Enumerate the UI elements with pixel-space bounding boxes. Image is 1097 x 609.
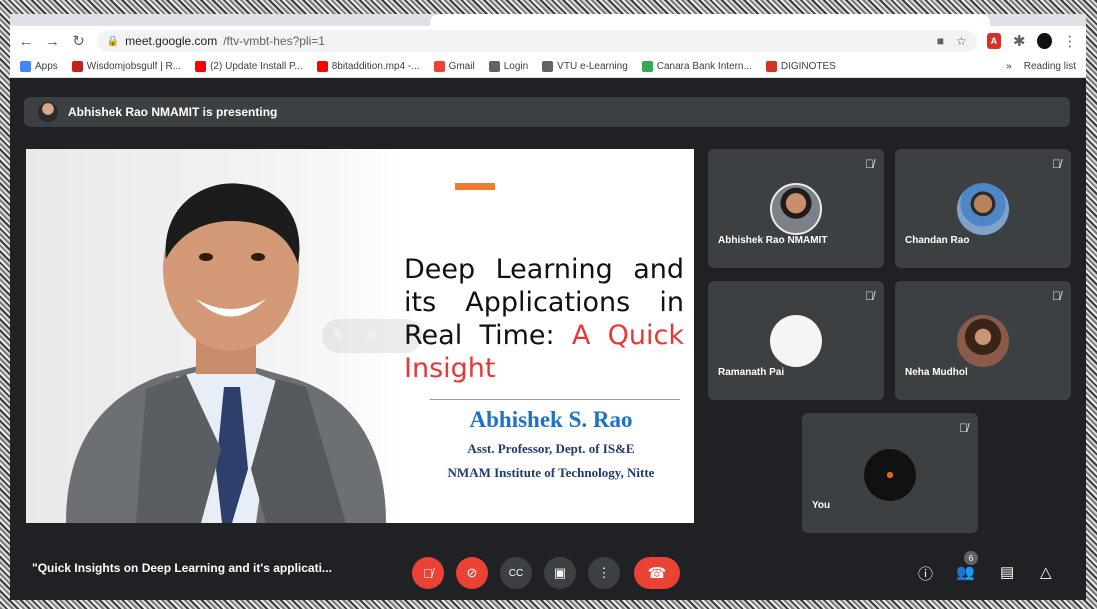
slide-accent-bar bbox=[455, 183, 495, 190]
participant-tile[interactable]: 🎙̸ Abhishek Rao NMAMIT bbox=[708, 149, 884, 268]
slide-divider bbox=[430, 399, 680, 400]
mic-off-icon: 🎙̸ bbox=[865, 289, 874, 303]
browser-toolbar: ← → ↻ 🔒 meet.google.com/ftv-vmbt-hes?pli… bbox=[10, 26, 1086, 56]
bookmark-favicon-icon bbox=[488, 61, 500, 72]
bookmark-item[interactable]: Wisdomjobsgulf | R... bbox=[71, 61, 182, 72]
chat-icon[interactable]: ▤ bbox=[1000, 563, 1014, 581]
bookmark-favicon-icon bbox=[641, 61, 653, 72]
bookmarks-bar: Apps Wisdomjobsgulf | R... (2) Update Inst… bbox=[10, 56, 1086, 78]
star-icon[interactable]: ☆ bbox=[956, 34, 967, 48]
slide-title: Deep Learning and its Applications in Re… bbox=[404, 253, 684, 385]
reading-list-button[interactable]: Reading list bbox=[1024, 61, 1076, 72]
bookmarks-right: » Reading list bbox=[1006, 61, 1076, 72]
slide-speaker-org: NMAM Institute of Technology, Nitte bbox=[447, 465, 655, 480]
bookmark-favicon-icon bbox=[316, 61, 328, 72]
profile-avatar[interactable] bbox=[1037, 33, 1052, 49]
meeting-title: "Quick Insights on Deep Learning and it'… bbox=[32, 561, 332, 575]
slide-speaker-name: Abhishek S. Rao bbox=[469, 407, 633, 432]
bookmark-label: Gmail bbox=[448, 61, 475, 72]
bookmark-item[interactable]: (2) Update Install P... bbox=[195, 61, 303, 72]
bookmarks-overflow-button[interactable]: » bbox=[1006, 61, 1012, 72]
slide-speaker-role: Asst. Professor, Dept. of IS&E bbox=[467, 441, 635, 456]
bookmark-favicon-icon bbox=[433, 61, 445, 72]
bookmark-label: DIGINOTES bbox=[780, 61, 836, 72]
browser-window: ← → ↻ 🔒 meet.google.com/ftv-vmbt-hes?pli… bbox=[10, 14, 1086, 600]
bookmark-item[interactable]: Login bbox=[488, 61, 529, 72]
people-icon[interactable]: 👥 bbox=[956, 563, 975, 581]
lock-icon: 🔒 bbox=[106, 35, 120, 47]
active-tab[interactable] bbox=[430, 14, 990, 26]
info-icon[interactable]: ⓘ bbox=[918, 563, 933, 584]
participant-tile[interactable]: 🎙̸ Ramanath Pai bbox=[708, 281, 884, 400]
activities-icon[interactable]: △ bbox=[1040, 563, 1052, 581]
shared-slide: ✎ ◎ ⋯ Deep Learning and its Applications… bbox=[26, 149, 694, 523]
meet-stage: Abhishek Rao NMAMIT is presenting ✎ ◎ ⋯ … bbox=[10, 79, 1086, 600]
mute-overlay-icon[interactable]: ◎ bbox=[365, 328, 376, 344]
participant-avatar bbox=[770, 183, 822, 235]
mic-off-icon: 🎙̸ bbox=[1052, 289, 1061, 303]
url-path: /ftv-vmbt-hes?pli=1 bbox=[223, 34, 325, 48]
mic-off-icon: 🎙̸ bbox=[959, 421, 968, 435]
camera-icon[interactable]: ■ bbox=[937, 34, 944, 48]
bookmark-favicon-icon bbox=[195, 61, 207, 72]
bookmark-label: Canara Bank Intern... bbox=[656, 61, 752, 72]
participant-name: Abhishek Rao NMAMIT bbox=[718, 235, 828, 246]
pdf-extension-icon[interactable]: A bbox=[986, 33, 1002, 49]
url-host: meet.google.com bbox=[125, 34, 218, 48]
more-options-button[interactable]: ⋮ bbox=[588, 557, 620, 589]
meeting-controls-bar: "Quick Insights on Deep Learning and it'… bbox=[10, 541, 1086, 600]
reload-icon[interactable]: ↻ bbox=[70, 32, 86, 50]
bookmark-item[interactable]: DIGINOTES bbox=[765, 61, 836, 72]
camera-toggle-button[interactable]: ⊘ bbox=[456, 557, 488, 589]
participant-avatar bbox=[770, 315, 822, 367]
bookmark-label: (2) Update Install P... bbox=[210, 61, 303, 72]
mic-off-icon: 🎙̸ bbox=[865, 157, 874, 171]
bookmark-favicon-icon bbox=[20, 61, 31, 72]
self-avatar-logo bbox=[864, 449, 916, 501]
bookmark-item[interactable]: Canara Bank Intern... bbox=[641, 61, 752, 72]
bookmark-label: Wisdomjobsgulf | R... bbox=[86, 61, 182, 72]
participant-tile[interactable]: 🎙̸ Chandan Rao bbox=[895, 149, 1071, 268]
puzzle-icon[interactable]: ✱ bbox=[1011, 32, 1027, 50]
participant-name: You bbox=[812, 500, 831, 511]
participant-name: Ramanath Pai bbox=[718, 367, 785, 378]
bookmark-item[interactable]: 8bitaddition.mp4 -... bbox=[316, 61, 420, 72]
bookmark-favicon-icon bbox=[71, 61, 83, 72]
present-now-button[interactable]: ▣ bbox=[544, 557, 576, 589]
bookmark-item[interactable]: VTU e-Learning bbox=[542, 61, 628, 72]
captions-button[interactable]: CC bbox=[500, 557, 532, 589]
bookmark-label: Apps bbox=[35, 61, 58, 72]
participant-avatar bbox=[957, 183, 1009, 235]
back-icon[interactable]: ← bbox=[18, 32, 34, 50]
tab-strip bbox=[10, 14, 1086, 26]
bookmark-favicon-icon bbox=[765, 61, 777, 72]
bookmark-item[interactable]: Gmail bbox=[433, 61, 475, 72]
mic-off-icon: 🎙̸ bbox=[1052, 157, 1061, 171]
participant-avatar bbox=[957, 315, 1009, 367]
bookmark-favicon-icon bbox=[542, 61, 554, 72]
menu-kebab-icon[interactable]: ⋮ bbox=[1062, 32, 1078, 50]
mic-toggle-button[interactable]: 🎙̸ bbox=[412, 557, 444, 589]
participant-name: Neha Mudhol bbox=[905, 367, 968, 378]
address-bar[interactable]: 🔒 meet.google.com/ftv-vmbt-hes?pli=1 ■ ☆ bbox=[96, 30, 977, 52]
presenter-avatar bbox=[38, 102, 58, 122]
participant-name: Chandan Rao bbox=[905, 235, 970, 246]
forward-icon[interactable]: → bbox=[44, 32, 60, 50]
bookmark-label: 8bitaddition.mp4 -... bbox=[331, 61, 420, 72]
bookmark-label: VTU e-Learning bbox=[557, 61, 628, 72]
presenting-banner: Abhishek Rao NMAMIT is presenting bbox=[24, 97, 1070, 127]
participant-tile-self[interactable]: 🎙̸ You bbox=[802, 413, 978, 533]
participant-tile[interactable]: 🎙̸ Neha Mudhol bbox=[895, 281, 1071, 400]
presenting-text: Abhishek Rao NMAMIT is presenting bbox=[68, 105, 278, 119]
bookmark-item[interactable]: Apps bbox=[20, 61, 58, 72]
leave-call-button[interactable]: ☎ bbox=[634, 557, 680, 589]
bookmark-label: Login bbox=[503, 61, 529, 72]
pin-icon[interactable]: ✎ bbox=[333, 328, 344, 344]
